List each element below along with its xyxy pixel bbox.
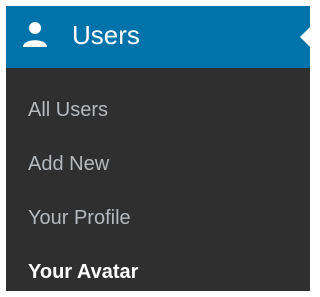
users-submenu: All Users Add New Your Profile Your Avat…	[6, 68, 310, 291]
submenu-item-your-avatar[interactable]: Your Avatar	[28, 260, 138, 284]
submenu-item-add-new[interactable]: Add New	[28, 152, 109, 176]
users-menu-header[interactable]: Users	[6, 6, 310, 68]
submenu-item-all-users[interactable]: All Users	[28, 98, 108, 122]
users-admin-menu: Users All Users Add New Your Profile You…	[6, 6, 310, 291]
submenu-item-your-profile[interactable]: Your Profile	[28, 206, 131, 230]
users-menu-title: Users	[72, 20, 140, 50]
current-menu-arrow-indicator	[300, 27, 310, 47]
user-icon	[20, 20, 50, 50]
